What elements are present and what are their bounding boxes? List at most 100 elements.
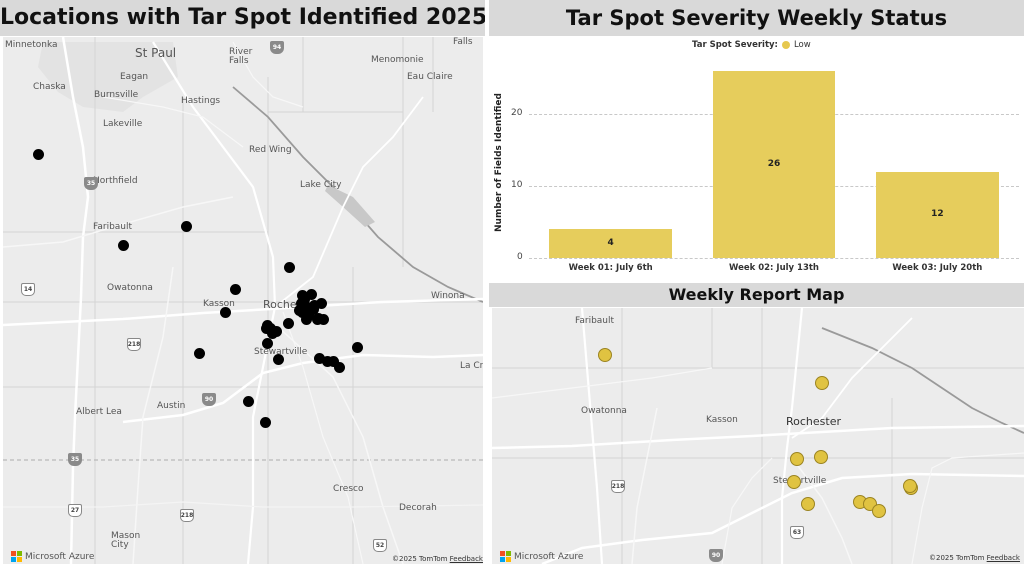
chart-title: Tar Spot Severity Weekly Status [489,0,1024,36]
place-label: Rochester [786,415,841,428]
highway-shield: 218 [127,338,141,351]
highway-shield: 90 [709,549,723,562]
copyright-text: ©2025 TomTom [392,555,450,563]
highway-shield: 94 [270,41,284,54]
tar-spot-location-point[interactable] [308,299,320,311]
x-category-label: Week 02: July 13th [729,263,819,273]
microsoft-azure-logo: Microsoft Azure [11,551,94,562]
bar-data-label: 26 [767,158,781,169]
map-attribution: ©2025 TomTom Feedback [392,555,483,563]
microsoft-logo-icon [11,551,22,562]
place-label: La Cre [460,361,483,371]
place-label: Eagan [120,72,149,82]
map-line [3,297,483,327]
map-roads-layer [3,37,483,564]
place-label: Owatonna [107,283,153,293]
map-line [791,457,853,564]
microsoft-logo-icon [500,551,511,562]
place-label: Owatonna [581,406,627,416]
map-line [580,308,604,564]
tar-spot-location-point[interactable] [283,261,295,273]
tar-spot-location-point[interactable] [219,306,231,318]
highway-shield: 218 [180,509,194,522]
place-label: Kasson [203,299,235,309]
map-line [122,353,483,424]
x-category-label: Week 03: July 20th [892,263,983,273]
tar-spot-location-point[interactable] [32,148,44,160]
map-roads-layer [492,308,1024,564]
brand-label: Microsoft Azure [514,551,584,562]
place-label: Albert Lea [76,407,122,417]
place-label: Burnsville [94,90,139,100]
place-label: River Falls [229,47,253,66]
bar-data-label: 12 [931,208,944,219]
map-line [232,86,483,303]
map-attribution: ©2025 TomTom Feedback [929,554,1020,562]
tar-spot-location-point[interactable] [270,325,282,337]
tar-spot-location-point[interactable] [302,309,314,321]
y-tick-label: 10 [511,180,523,191]
tar-spot-location-point[interactable] [117,239,129,251]
tar-spot-location-point[interactable] [259,416,271,428]
place-label: Decorah [399,503,437,513]
tar-spot-location-point[interactable] [351,341,363,353]
tar-spot-locations-map[interactable]: Minnetonka Chaska St Paul Eagan Burnsville Ha… [3,37,483,564]
tar-spot-location-point[interactable] [282,317,294,329]
weekly-report-point[interactable] [790,452,804,466]
highway-shield: 218 [611,480,625,493]
place-label: Austin [157,401,186,411]
y-gridline [529,258,1019,259]
highway-shield: 52 [373,539,387,552]
place-label: Winona [431,291,465,301]
highway-shield: 90 [202,393,216,406]
highway-shield: 35 [84,177,98,190]
tar-spot-location-point[interactable] [229,283,241,295]
tar-spot-location-point[interactable] [333,361,345,373]
chart-legend: Tar Spot Severity: Low [692,40,811,50]
tar-spot-location-point[interactable] [242,395,254,407]
place-label: Lakeville [103,119,143,129]
map-line [61,37,90,564]
y-axis-title: Number of Fields Identified [494,93,504,232]
weekly-report-point[interactable] [872,504,886,518]
place-label: Eau Claire [407,72,453,82]
legend-item-low[interactable]: Low [794,40,811,50]
weekly-report-point[interactable] [814,450,828,464]
tar-spot-location-point[interactable] [272,353,284,365]
chart-panel: Tar Spot Severity Weekly Status Tar Spot… [489,0,1024,282]
tar-spot-location-point[interactable] [317,313,329,325]
copyright-text: ©2025 TomTom [929,554,987,562]
place-label: Northfield [93,176,138,186]
legend-swatch-low [781,41,790,49]
feedback-link[interactable]: Feedback [450,555,483,563]
left-map-panel: Locations with Tar Spot Identified 2025 … [0,0,485,566]
place-label: Kasson [706,415,738,425]
highway-shield: 63 [790,526,804,539]
weekly-report-map-title: Weekly Report Map [489,283,1024,307]
weekly-report-point[interactable] [801,497,815,511]
y-tick-label: 0 [517,252,523,262]
tar-spot-location-point[interactable] [193,347,205,359]
weekly-report-point[interactable] [903,479,917,493]
map-line [721,457,773,564]
place-label: Cresco [333,484,364,494]
map-line [492,367,713,399]
weekly-report-point[interactable] [598,348,612,362]
feedback-link[interactable]: Feedback [987,554,1020,562]
place-label: Mason City [111,531,141,550]
weekly-report-map[interactable]: FaribaultOwatonnaKassonRochesterStewartv… [492,308,1024,564]
x-category-label: Week 01: July 6th [568,263,653,273]
map-line [821,327,1024,434]
weekly-report-point[interactable] [787,475,801,489]
bar-data-label: 4 [607,237,614,248]
tar-spot-location-point[interactable] [180,220,192,232]
tar-spot-location-point[interactable] [261,337,273,349]
highway-shield: 14 [21,283,35,296]
weekly-status-bar-chart: Tar Spot Severity: Low Number of Fields … [489,36,1024,282]
weekly-report-map-panel: Weekly Report Map Faribault Owatonna Kasso… [489,283,1024,566]
highway-shield: 27 [68,504,82,517]
place-label: Faribault [93,222,133,232]
weekly-report-point[interactable] [815,376,829,390]
brand-label: Microsoft Azure [25,551,95,562]
legend-title: Tar Spot Severity: [692,40,778,50]
